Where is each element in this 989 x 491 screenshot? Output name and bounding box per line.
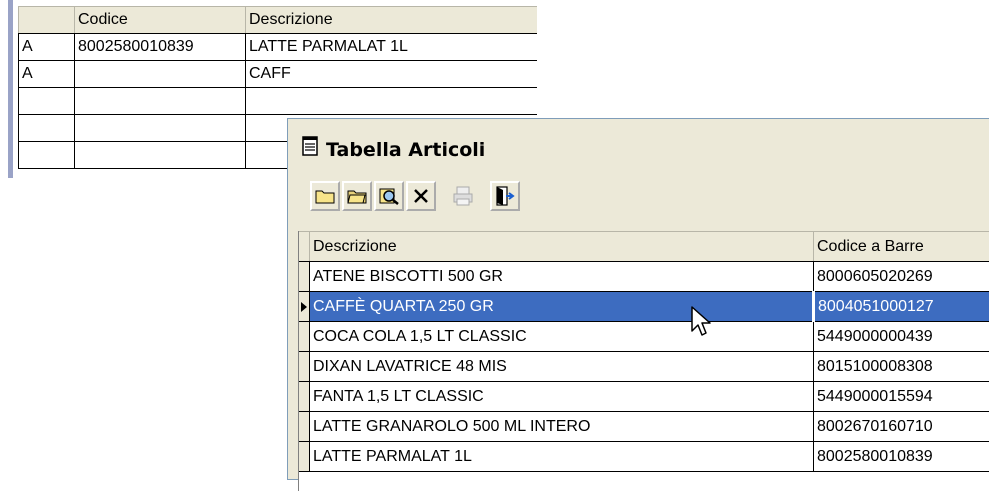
row-indicator[interactable] (299, 442, 310, 472)
row-indicator[interactable] (299, 322, 310, 352)
table-row[interactable]: COCA COLA 1,5 LT CLASSIC 5449000000439 (299, 322, 989, 352)
row-indicator-header (299, 232, 310, 262)
cell-descrizione[interactable]: DIXAN LAVATRICE 48 MIS (310, 352, 814, 382)
print-button[interactable] (448, 181, 478, 211)
table-cell[interactable] (75, 142, 246, 169)
delete-button[interactable] (406, 181, 436, 211)
table-row[interactable] (19, 88, 538, 115)
column-header-type[interactable] (19, 7, 75, 34)
cell-codice-a-barre[interactable]: 8002580010839 (814, 442, 989, 472)
column-header-descrizione[interactable]: Descrizione (310, 232, 814, 262)
cell-descrizione[interactable]: CAFFÈ QUARTA 250 GR (310, 292, 814, 322)
table-cell[interactable] (75, 88, 246, 115)
table-cell[interactable] (75, 115, 246, 142)
articles-table: Descrizione Codice a Barre ATENE BISCOTT… (299, 231, 989, 472)
table-cell[interactable]: LATTE PARMALAT 1L (246, 34, 538, 61)
table-row[interactable]: A CAFF (19, 61, 538, 88)
grid-left-bar (8, 0, 13, 178)
row-indicator[interactable] (299, 352, 310, 382)
cell-descrizione[interactable]: FANTA 1,5 LT CLASSIC (310, 382, 814, 412)
cell-descrizione[interactable]: COCA COLA 1,5 LT CLASSIC (310, 322, 814, 352)
table-cell[interactable]: 8002580010839 (75, 34, 246, 61)
table-cell[interactable]: A (19, 61, 75, 88)
cell-descrizione[interactable]: LATTE PARMALAT 1L (310, 442, 814, 472)
table-row[interactable]: LATTE GRANAROLO 500 ML INTERO 8002670160… (299, 412, 989, 442)
exit-button[interactable] (490, 181, 520, 211)
row-indicator[interactable] (299, 292, 310, 322)
cell-codice-a-barre[interactable]: 5449000000439 (814, 322, 989, 352)
cell-codice-a-barre[interactable]: 8000605020269 (814, 262, 989, 292)
table-cell[interactable] (19, 142, 75, 169)
document-list-icon (302, 136, 318, 156)
table-cell[interactable] (19, 88, 75, 115)
cell-codice-a-barre[interactable]: 5449000015594 (814, 382, 989, 412)
table-cell[interactable]: A (19, 34, 75, 61)
mouse-cursor-icon (690, 305, 712, 339)
column-header-codice-a-barre[interactable]: Codice a Barre (814, 232, 989, 262)
open-folder-button[interactable] (310, 181, 340, 211)
table-cell[interactable] (75, 61, 246, 88)
table-header-row: Codice Descrizione (19, 7, 538, 34)
table-row[interactable]: LATTE PARMALAT 1L 8002580010839 (299, 442, 989, 472)
exit-icon (495, 186, 515, 206)
row-indicator[interactable] (299, 382, 310, 412)
cell-codice-a-barre[interactable]: 8015100008308 (814, 352, 989, 382)
dialog-title: Tabella Articoli (326, 139, 485, 161)
dialog-titlebar[interactable]: Tabella Articoli (288, 119, 989, 179)
cell-descrizione[interactable]: LATTE GRANAROLO 500 ML INTERO (310, 412, 814, 442)
cell-codice-a-barre[interactable]: 8002670160710 (814, 412, 989, 442)
table-header-row: Descrizione Codice a Barre (299, 232, 989, 262)
row-indicator[interactable] (299, 412, 310, 442)
cell-descrizione[interactable]: ATENE BISCOTTI 500 GR (310, 262, 814, 292)
tabella-articoli-dialog: Tabella Articoli (287, 118, 989, 480)
table-cell[interactable] (19, 115, 75, 142)
table-row[interactable]: ATENE BISCOTTI 500 GR 8000605020269 (299, 262, 989, 292)
current-row-arrow-icon (301, 302, 307, 312)
table-row-selected[interactable]: CAFFÈ QUARTA 250 GR 8004051000127 (299, 292, 989, 322)
table-row[interactable]: DIXAN LAVATRICE 48 MIS 8015100008308 (299, 352, 989, 382)
search-button[interactable] (374, 181, 404, 211)
delete-icon (412, 187, 430, 205)
folder-icon (347, 188, 367, 204)
open-folder-icon (315, 188, 335, 204)
table-row[interactable]: A 8002580010839 LATTE PARMALAT 1L (19, 34, 538, 61)
search-icon (379, 187, 399, 205)
column-header-descrizione[interactable]: Descrizione (246, 7, 538, 34)
table-cell[interactable]: CAFF (246, 61, 538, 88)
cell-codice-a-barre[interactable]: 8004051000127 (814, 292, 989, 322)
folder-button[interactable] (342, 181, 372, 211)
articles-grid: Descrizione Codice a Barre ATENE BISCOTT… (298, 231, 989, 491)
row-indicator[interactable] (299, 262, 310, 292)
table-row[interactable]: FANTA 1,5 LT CLASSIC 5449000015594 (299, 382, 989, 412)
column-header-codice[interactable]: Codice (75, 7, 246, 34)
table-cell[interactable] (246, 88, 538, 115)
print-icon (452, 186, 474, 206)
